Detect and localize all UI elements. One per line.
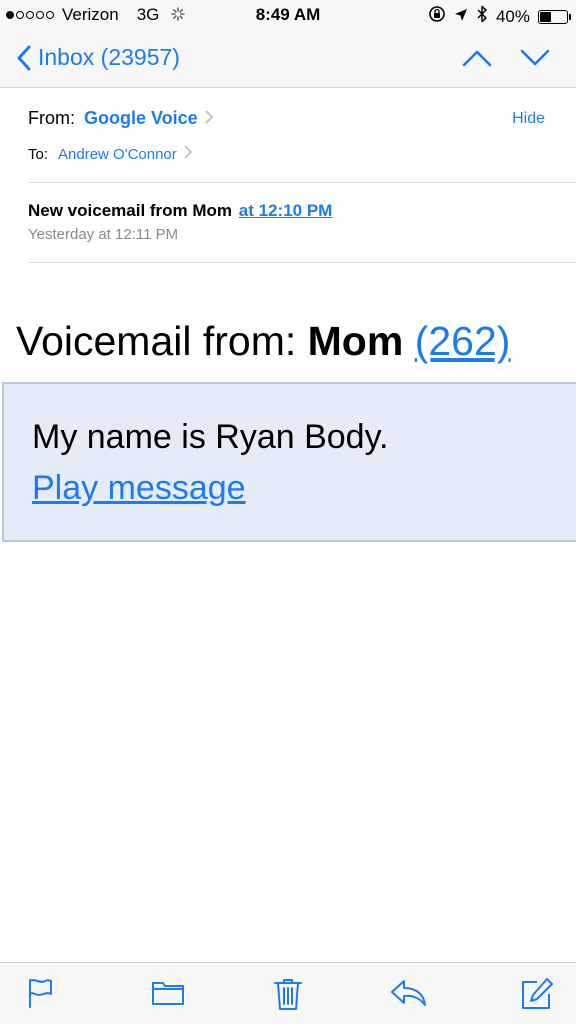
rotation-lock-icon [428,5,446,28]
flag-icon[interactable] [26,977,54,1014]
voicemail-title-prefix: Voicemail from: [16,318,308,364]
to-label: To: [28,145,49,163]
nav-bar: Inbox (23957) [0,32,576,88]
email-screen: Verizon 3G 8:49 AM 40% Inbox (23957) Fro… [0,0,576,1024]
divider [28,262,576,263]
chevron-left-icon [17,45,31,70]
divider [28,182,576,183]
status-right: 40% [428,5,571,28]
bottom-toolbar [0,962,576,1024]
to-row[interactable]: To: Andrew O'Connor [28,145,193,163]
subject-text: New voicemail from Mom [28,201,233,220]
next-message-icon[interactable] [520,48,550,73]
recipient-name[interactable]: Andrew O'Connor [58,146,177,163]
from-row[interactable]: From: Google Voice [28,108,213,129]
location-arrow-icon [454,7,468,27]
status-bar: Verizon 3G 8:49 AM 40% [0,0,576,32]
from-label: From: [28,108,75,128]
trash-icon[interactable] [273,977,303,1016]
back-label: Inbox (23957) [38,44,180,70]
sender-name[interactable]: Google Voice [84,108,198,129]
battery-icon [538,9,571,24]
play-message-link[interactable]: Play message [32,469,246,508]
chevron-right-icon [184,145,193,163]
battery-level [540,11,552,22]
subject-time-link[interactable]: at 12:10 PM [239,201,333,220]
battery-percent: 40% [495,6,530,26]
voicemail-title: Voicemail from: Mom (262) [16,318,510,365]
received-date: Yesterday at 12:11 PM [28,226,179,243]
back-to-inbox-button[interactable]: Inbox (23957) [16,44,180,71]
chevron-right-icon [205,108,213,129]
caller-number-link[interactable]: (262) [415,318,511,364]
transcript-text: My name is Ryan Body. [32,418,389,456]
message-navigation [462,48,550,73]
reply-icon[interactable] [390,977,428,1014]
bluetooth-icon [476,5,488,28]
folder-icon[interactable] [151,977,185,1012]
caller-name: Mom [307,318,404,364]
subject-line: New voicemail from Mom at 12:10 PM [28,201,332,221]
hide-details-button[interactable]: Hide [512,110,545,128]
compose-icon[interactable] [520,977,554,1016]
previous-message-icon[interactable] [462,48,492,73]
transcript-box: My name is Ryan Body. Play message [2,382,576,542]
